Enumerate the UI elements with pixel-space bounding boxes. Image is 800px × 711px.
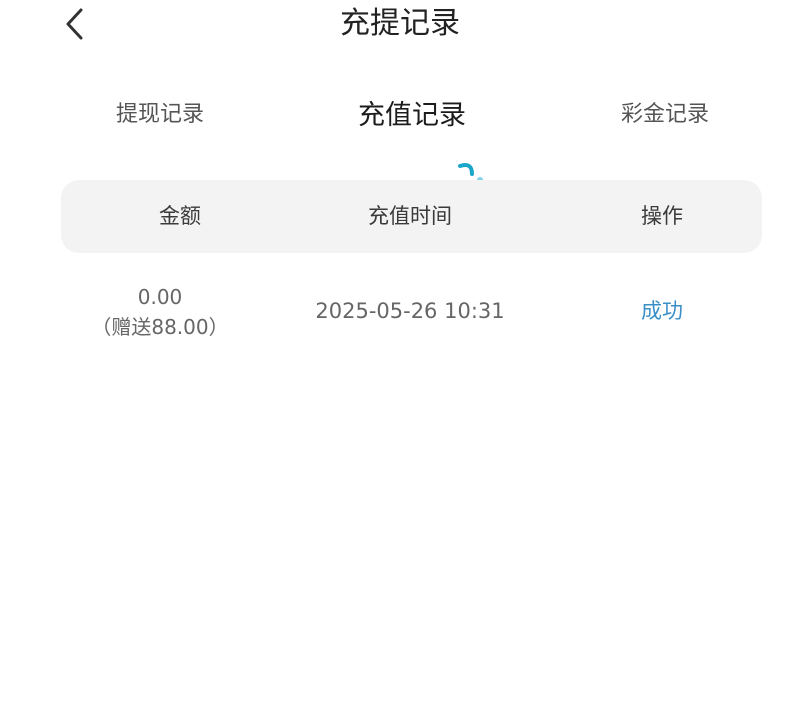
tab-label: 充值记录 bbox=[358, 99, 466, 131]
tab-bar: 提现记录 充值记录 彩金记录 bbox=[0, 80, 800, 212]
status-success[interactable]: 成功 bbox=[562, 296, 762, 326]
amount-value: 0.00 bbox=[137, 285, 183, 309]
table-row: 0.00 （赠送88.00） 2025-05-26 10:31 成功 bbox=[0, 278, 800, 350]
deposit-time: 2025-05-26 10:31 bbox=[315, 299, 505, 323]
column-header-amount: 金额 bbox=[159, 204, 201, 228]
column-header-deposit-time: 充值时间 bbox=[368, 204, 452, 228]
amount-cell: 0.00 （赠送88.00） bbox=[60, 282, 260, 342]
page-title: 充提记录 bbox=[340, 6, 460, 41]
top-bar: 充提记录 bbox=[0, 0, 800, 50]
tab-deposit-records[interactable]: 充值记录 bbox=[312, 80, 512, 144]
tab-label: 彩金记录 bbox=[620, 102, 709, 127]
bonus-amount: （赠送88.00） bbox=[91, 315, 229, 339]
tab-label: 提现记录 bbox=[115, 102, 204, 127]
tab-withdraw-records[interactable]: 提现记录 bbox=[60, 80, 260, 144]
tab-bonus-records[interactable]: 彩金记录 bbox=[565, 80, 765, 144]
column-header-action: 操作 bbox=[641, 204, 683, 228]
